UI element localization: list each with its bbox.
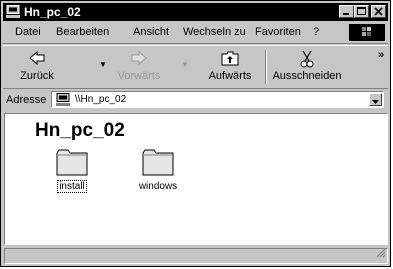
back-arrow-icon [29, 50, 45, 66]
computer-icon[interactable] [6, 5, 20, 18]
folder-up-icon [221, 51, 239, 66]
windows-logo [349, 24, 385, 41]
address-bar: Adresse \\Hn_pc_02 [3, 90, 388, 110]
close-button[interactable] [371, 5, 386, 18]
maximize-button[interactable] [354, 5, 369, 18]
folder-label: install [57, 180, 87, 193]
status-bar [4, 248, 388, 264]
folder-label: windows [138, 181, 178, 192]
toolbar-more-icon[interactable]: » [378, 49, 384, 61]
forward-dropdown-icon[interactable]: ▼ [181, 60, 189, 69]
back-label: Zurück [20, 70, 54, 82]
window-title: Hn_pc_02 [24, 5, 81, 19]
minimize-button[interactable] [339, 5, 354, 18]
menu-bearbeiten[interactable]: Bearbeiten [56, 26, 109, 38]
folder-icon [56, 149, 88, 176]
menu-datei[interactable]: Datei [15, 26, 41, 38]
address-input[interactable]: \\Hn_pc_02 [51, 91, 384, 108]
folder-heading: Hn_pc_02 [35, 120, 125, 141]
standard-toolbar: Zurück ▼ Vorwärts ▼ Aufwärts Ausschneide… [3, 45, 388, 89]
chevron-down-icon [372, 100, 379, 104]
folder-item-windows[interactable]: windows [123, 148, 193, 194]
resize-grip-icon[interactable] [375, 245, 386, 263]
toolbar-separator [265, 50, 267, 84]
menu-wechseln-zu[interactable]: Wechseln zu [183, 26, 246, 38]
cut-button[interactable]: Ausschneiden [269, 48, 345, 86]
forward-label: Vorwärts [117, 70, 161, 82]
up-button[interactable]: Aufwärts [199, 48, 261, 86]
menu-ansicht[interactable]: Ansicht [133, 26, 169, 38]
folder-view[interactable]: Hn_pc_02 install windows [4, 113, 388, 245]
address-label: Adresse [6, 94, 47, 106]
back-dropdown-icon[interactable]: ▼ [99, 60, 107, 69]
network-computer-icon [55, 93, 71, 111]
cut-label: Ausschneiden [272, 70, 342, 82]
back-button[interactable]: Zurück [9, 48, 65, 86]
menu-favoriten[interactable]: Favoriten [255, 26, 301, 38]
scissors-icon [300, 50, 314, 68]
menu-bar: Datei Bearbeiten Ansicht Wechseln zu Fav… [3, 23, 388, 44]
folder-item-install[interactable]: install [37, 148, 107, 194]
explorer-window: Hn_pc_02 Datei Bearbeiten Ansicht Wechse… [0, 0, 391, 267]
address-dropdown-button[interactable] [369, 93, 382, 106]
status-cell [4, 248, 388, 264]
menu-help[interactable]: ? [313, 26, 319, 38]
forward-button[interactable]: Vorwärts [109, 48, 169, 86]
up-label: Aufwärts [208, 70, 252, 82]
folder-icon [142, 149, 174, 176]
title-bar[interactable]: Hn_pc_02 [3, 3, 388, 21]
forward-arrow-icon [131, 50, 147, 66]
address-value: \\Hn_pc_02 [75, 94, 127, 105]
